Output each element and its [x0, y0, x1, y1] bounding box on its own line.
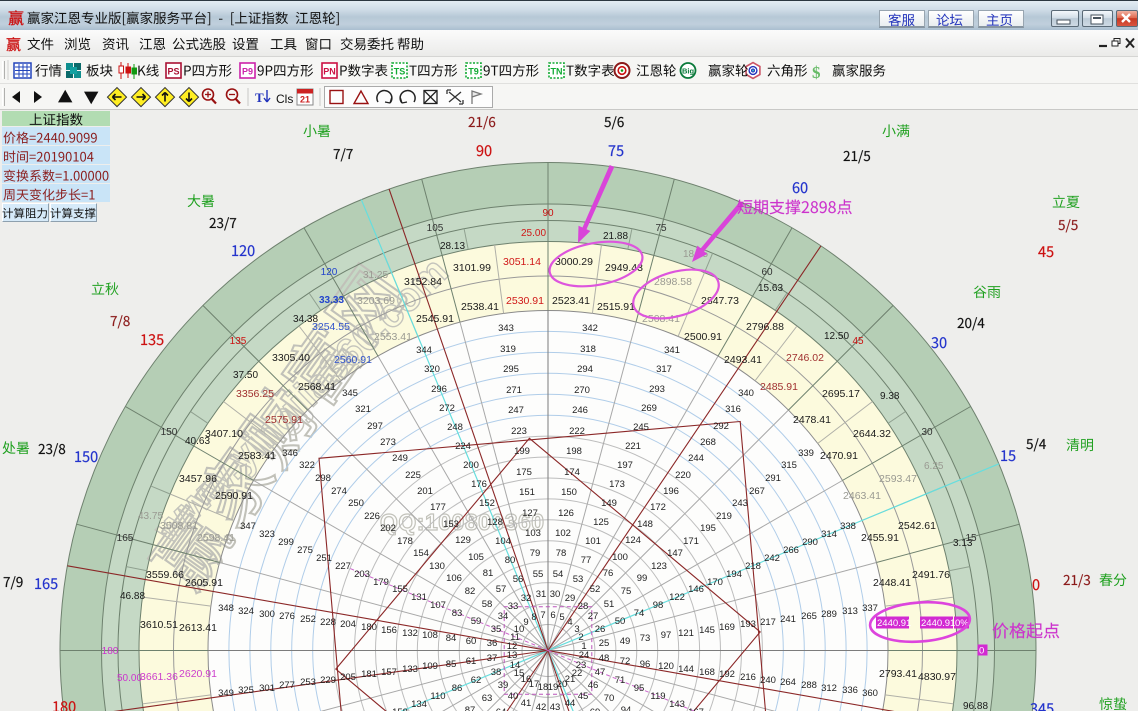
svg-text:Cls: Cls [276, 92, 293, 106]
